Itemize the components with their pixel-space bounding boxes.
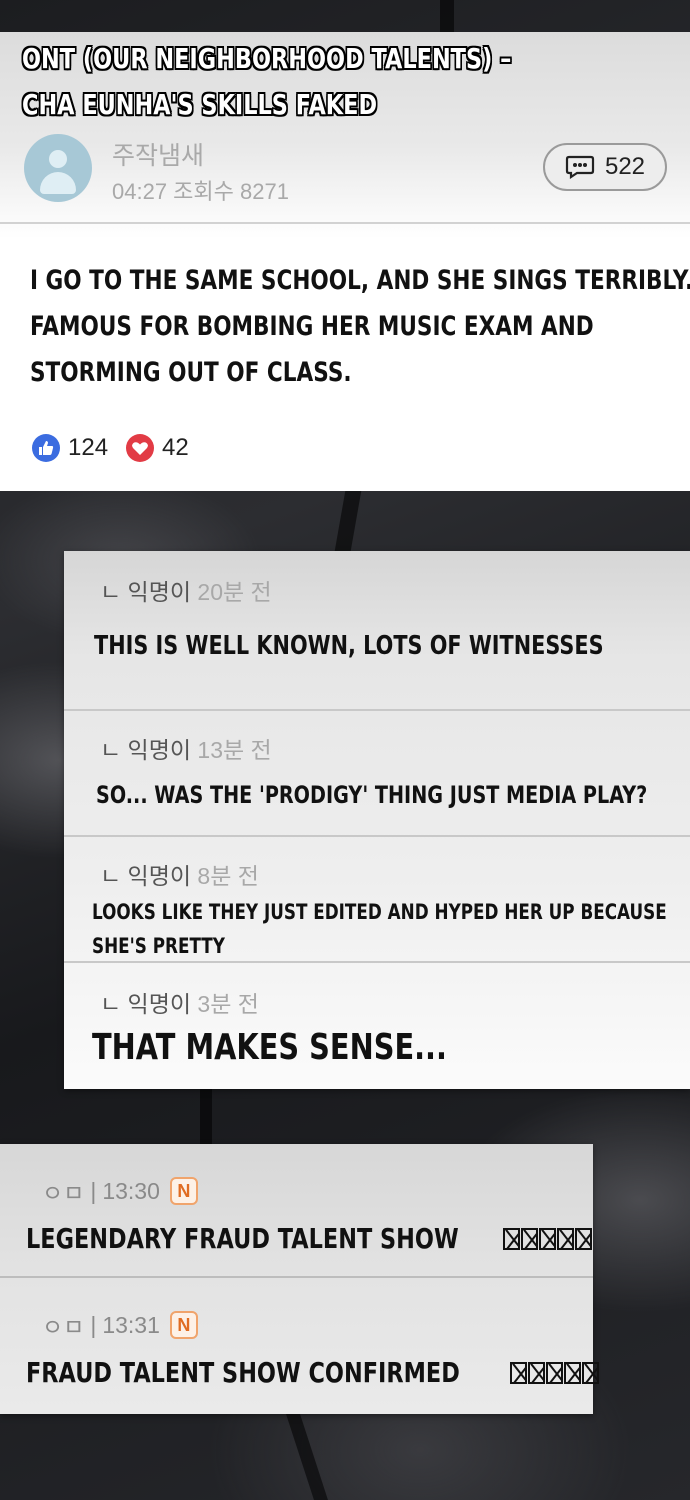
comment-time: 13분 전: [197, 737, 272, 763]
comment-count-button[interactable]: 522: [543, 143, 667, 191]
feed-item[interactable]: ㅇㅁ | 13:30 N LEGENDARY FRAUD TALENT SHOW: [0, 1144, 593, 1278]
post-meta: 04:27 조회수 8271: [112, 179, 289, 204]
comment-item[interactable]: ㄴ 익명이 13분 전 SO... WAS THE 'PRODIGY' THIN…: [64, 711, 690, 837]
feed-author: ㅇㅁ: [42, 1180, 85, 1206]
background-streak: [200, 1089, 212, 1144]
comment-header: ㄴ 익명이 8분 전: [100, 857, 259, 891]
comment-time: 3분 전: [197, 991, 259, 1017]
feed-time: 13:31: [102, 1311, 160, 1338]
background-streak: [334, 491, 362, 551]
comment-item[interactable]: ㄴ 익명이 3분 전 THAT MAKES SENSE...: [64, 963, 690, 1089]
comment-text-line-1: LOOKS LIKE THEY JUST EDITED AND HYPED HE…: [92, 900, 667, 924]
comment-item[interactable]: ㄴ 익명이 8분 전 LOOKS LIKE THEY JUST EDITED A…: [64, 837, 690, 963]
post-card[interactable]: ONT (OUR NEIGHBORHOOD TALENTS) – CHA EUN…: [0, 32, 690, 491]
background-streak: [286, 1414, 328, 1500]
comment-count: 522: [604, 153, 646, 180]
feed-meta: ㅇㅁ | 13:30 N: [42, 1174, 198, 1208]
avatar[interactable]: [24, 134, 92, 202]
censored-icon: [510, 1361, 600, 1384]
comment-item[interactable]: ㄴ 익명이 20분 전 THIS IS WELL KNOWN, LOTS OF …: [64, 551, 690, 711]
comment-author: ㄴ 익명이: [100, 863, 198, 889]
like-count: 124: [68, 434, 109, 461]
post-body-line-2: FAMOUS FOR BOMBING HER MUSIC EXAM AND: [30, 311, 594, 342]
comment-author: ㄴ 익명이: [100, 737, 198, 763]
censored-icon: [502, 1227, 593, 1250]
post-body-line-3: STORMING OUT OF CLASS.: [30, 357, 352, 388]
post-title: ONT (OUR NEIGHBORHOOD TALENTS) – CHA EUN…: [22, 36, 634, 128]
background-streak: [440, 0, 454, 32]
heart-count: 42: [162, 434, 189, 461]
feed-author: ㅇㅁ: [42, 1314, 85, 1340]
feed-item[interactable]: ㅇㅁ | 13:31 N FRAUD TALENT SHOW CONFIRMED: [0, 1278, 600, 1412]
post-title-line-2: CHA EUNHA'S SKILLS FAKED: [22, 88, 378, 121]
heart-icon[interactable]: [126, 434, 155, 462]
comment-author: ㄴ 익명이: [100, 579, 198, 605]
new-badge: N: [169, 1311, 198, 1339]
comment-text: SO... WAS THE 'PRODIGY' THING JUST MEDIA…: [96, 781, 648, 809]
feed-title-text: FRAUD TALENT SHOW CONFIRMED: [26, 1356, 460, 1389]
comment-text: THIS IS WELL KNOWN, LOTS OF WITNESSES: [94, 631, 604, 661]
feed-time: 13:30: [102, 1177, 160, 1204]
post-body-line-1: I GO TO THE SAME SCHOOL, AND SHE SINGS T…: [30, 265, 690, 296]
comment-header: ㄴ 익명이 3분 전: [100, 985, 259, 1019]
divider: [0, 222, 690, 224]
new-badge: N: [169, 1177, 198, 1205]
reactions: 124 42: [32, 434, 207, 462]
speech-bubble-icon: [565, 155, 595, 179]
post-title-line-1: ONT (OUR NEIGHBORHOOD TALENTS) –: [22, 42, 512, 75]
comment-text: THAT MAKES SENSE...: [92, 1027, 447, 1068]
person-icon: [49, 150, 67, 168]
comment-header: ㄴ 익명이 13분 전: [100, 731, 272, 765]
feed-meta: ㅇㅁ | 13:31 N: [42, 1308, 198, 1342]
comment-header: ㄴ 익명이 20분 전: [100, 573, 272, 607]
post-feed: ㅇㅁ | 13:30 N LEGENDARY FRAUD TALENT SHOW ㅇ…: [0, 1144, 600, 1414]
comment-text-line-2: SHE'S PRETTY: [92, 934, 225, 958]
comment-time: 20분 전: [197, 579, 272, 605]
post-body: I GO TO THE SAME SCHOOL, AND SHE SINGS T…: [30, 258, 690, 396]
feed-title: LEGENDARY FRAUD TALENT SHOW: [26, 1222, 593, 1255]
comment-list: ㄴ 익명이 20분 전 THIS IS WELL KNOWN, LOTS OF …: [64, 551, 690, 1089]
comment-author: ㄴ 익명이: [100, 991, 198, 1017]
comment-time: 8분 전: [197, 863, 259, 889]
feed-title: FRAUD TALENT SHOW CONFIRMED: [26, 1356, 600, 1389]
post-author[interactable]: 주작냄새: [112, 136, 204, 172]
feed-title-text: LEGENDARY FRAUD TALENT SHOW: [26, 1222, 459, 1255]
thumbs-up-icon[interactable]: [32, 434, 60, 462]
